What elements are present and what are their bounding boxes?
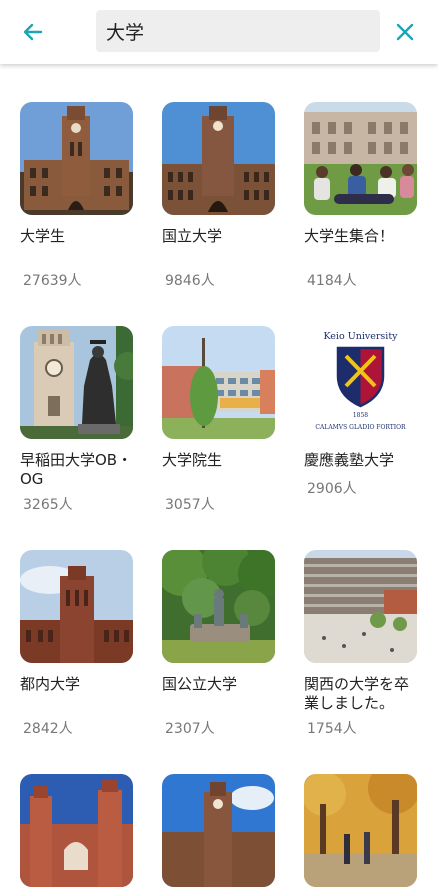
keio-university-emblem: Keio University 1858 CALAMVS GLADIO FORT…: [304, 326, 417, 439]
group-title: 早稲田大学OB・OG: [20, 451, 133, 488]
search-input[interactable]: [96, 10, 380, 52]
group-card[interactable]: 国立大学 9846人: [162, 102, 282, 289]
back-button[interactable]: [16, 16, 50, 48]
group-title: 都内大学: [20, 675, 81, 693]
group-thumbnail: [162, 550, 275, 663]
member-count: 2906人: [307, 481, 357, 497]
group-card[interactable]: [20, 774, 140, 887]
arrow-left-icon: [23, 23, 43, 41]
group-thumbnail: [162, 102, 275, 215]
clear-search-button[interactable]: [388, 16, 422, 48]
group-title: 国公立大学: [162, 675, 238, 693]
member-count: 3057人: [165, 497, 215, 513]
group-title: 大学生集合！: [304, 227, 395, 245]
group-title: 関西の大学を卒業しました。: [304, 675, 410, 712]
group-card[interactable]: 大学生 27639人: [20, 102, 140, 289]
group-title: 大学院生: [162, 451, 223, 469]
group-thumbnail: [20, 550, 133, 663]
group-card[interactable]: Keio University 1858 CALAMVS GLADIO FORT…: [304, 326, 424, 497]
group-card[interactable]: 早稲田大学OB・OG 3265人: [20, 326, 140, 513]
group-card[interactable]: [304, 774, 424, 887]
member-count: 27639人: [23, 273, 82, 289]
group-thumbnail: [162, 326, 275, 439]
member-count: 4184人: [307, 273, 357, 289]
group-thumbnail: [20, 326, 133, 439]
close-icon: [396, 23, 414, 41]
member-count: 1754人: [307, 721, 357, 737]
emblem-motto: CALAMVS GLADIO FORTIOR: [315, 424, 406, 431]
group-card[interactable]: 関西の大学を卒業しました。 1754人: [304, 550, 424, 737]
group-thumbnail: [20, 774, 133, 887]
group-card[interactable]: 国公立大学 2307人: [162, 550, 282, 737]
member-count: 2842人: [23, 721, 73, 737]
group-title: 大学生: [20, 227, 66, 245]
member-count: 9846人: [165, 273, 215, 289]
group-thumbnail: [20, 102, 133, 215]
group-thumbnail: [162, 774, 275, 887]
group-thumbnail: [304, 102, 417, 215]
member-count: 3265人: [23, 497, 73, 513]
group-card[interactable]: 大学生集合！ 4184人: [304, 102, 424, 289]
top-app-bar: [0, 0, 438, 64]
group-card[interactable]: [162, 774, 282, 887]
group-card[interactable]: 都内大学 2842人: [20, 550, 140, 737]
group-card[interactable]: 大学院生 3057人: [162, 326, 282, 513]
group-title: 国立大学: [162, 227, 223, 245]
emblem-year: 1858: [353, 412, 368, 419]
group-thumbnail: [304, 550, 417, 663]
emblem-heading: Keio University: [323, 331, 398, 342]
group-title: 慶應義塾大学: [304, 451, 395, 469]
member-count: 2307人: [165, 721, 215, 737]
group-thumbnail: [304, 774, 417, 887]
